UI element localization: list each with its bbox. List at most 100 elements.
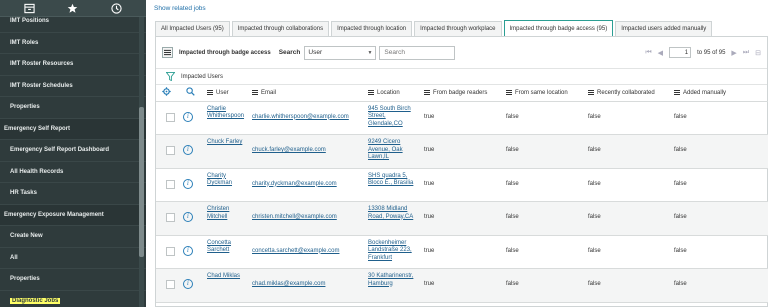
column-header[interactable]: Added manually: [671, 85, 768, 102]
column-menu-icon[interactable]: [424, 89, 430, 95]
email-link[interactable]: charlie.whitherspoon@example.com: [252, 114, 349, 120]
next-page-icon[interactable]: ▶: [731, 49, 736, 57]
filter-label[interactable]: Impacted Users: [181, 74, 223, 80]
row-checkbox[interactable]: [166, 280, 175, 289]
user-link[interactable]: Christen Mitchell: [207, 206, 229, 220]
tab-history[interactable]: [109, 1, 123, 15]
prev-page-icon[interactable]: ◀: [658, 49, 663, 57]
table-row: i Chuck Farley chuck.farley@example.com 924…: [156, 134, 768, 169]
sidebar-item[interactable]: All: [0, 248, 146, 269]
email-link[interactable]: christen.mitchell@example.com: [252, 214, 337, 220]
sidebar-scrollbar[interactable]: [139, 17, 144, 307]
tab-all-apps[interactable]: [23, 1, 37, 15]
email-cell: charity.dyckman@example.com: [249, 168, 365, 202]
email-cell: concetta.sarchett@example.com: [249, 235, 365, 269]
info-icon[interactable]: i: [183, 212, 193, 222]
tab-related-list[interactable]: Impacted through collaborations: [231, 21, 330, 36]
column-header-label: Added manually: [683, 89, 727, 96]
column-header[interactable]: From badge readers: [421, 85, 503, 102]
sidebar-section[interactable]: Emergency Exposure Management: [0, 204, 146, 226]
sidebar-section[interactable]: Emergency Self Report: [0, 118, 146, 140]
tab-related-list[interactable]: All Impacted Users (95): [155, 21, 230, 36]
location-link[interactable]: 13308 Midland Road, Poway,CA: [368, 206, 413, 220]
sidebar-item-label: IMT Positions: [10, 18, 49, 25]
location-link[interactable]: 9249 Cicero Avenue, Oak Lawn,IL: [368, 139, 403, 160]
row-checkbox[interactable]: [166, 213, 175, 222]
user-link[interactable]: Charity Dyckman: [207, 173, 232, 187]
same-location-cell: false: [503, 268, 585, 303]
sidebar-item[interactable]: All Health Records: [0, 162, 146, 183]
last-page-icon[interactable]: ⏭: [743, 49, 749, 57]
column-menu-icon[interactable]: [368, 89, 374, 95]
sidebar-item[interactable]: HR Tasks: [0, 183, 146, 205]
sidebar-item[interactable]: Properties: [0, 269, 146, 291]
sidebar-item-label: Properties: [10, 104, 40, 111]
email-link[interactable]: charity.dyckman@example.com: [252, 181, 337, 187]
tab-favorites[interactable]: [66, 1, 80, 15]
location-link[interactable]: Bockenheimer Landstraße 223, Frankfurt: [368, 240, 412, 261]
tab-related-list[interactable]: Impacted through workplace: [414, 21, 502, 36]
location-link[interactable]: 945 South Birch Street, Glendale,CO: [368, 106, 411, 127]
info-icon[interactable]: i: [183, 279, 193, 289]
column-header[interactable]: User: [204, 85, 249, 102]
column-header[interactable]: Email: [249, 85, 365, 102]
sidebar-scroll-thumb[interactable]: [139, 107, 144, 257]
checkbox-cell: [156, 101, 180, 135]
row-checkbox[interactable]: [166, 146, 175, 155]
collaborated-cell: false: [585, 201, 671, 236]
column-menu-icon[interactable]: [674, 89, 680, 95]
info-icon[interactable]: i: [183, 178, 193, 189]
list-menu-button[interactable]: [162, 47, 173, 58]
user-link[interactable]: Chad Miklas: [207, 273, 240, 279]
sidebar-item[interactable]: Properties: [0, 97, 146, 119]
email-link[interactable]: chuck.farley@example.com: [252, 147, 326, 153]
settings-header[interactable]: [156, 85, 180, 102]
column-menu-icon[interactable]: [588, 89, 594, 95]
tab-related-list[interactable]: Impacted through badge access (95): [503, 20, 614, 36]
email-link[interactable]: concetta.sarchett@example.com: [252, 248, 339, 254]
sidebar-item[interactable]: IMT Roles: [0, 33, 146, 54]
user-cell: Charity Dyckman: [204, 168, 249, 202]
location-link[interactable]: SHS quadra 5, Bloco E., Brasilia: [368, 173, 413, 187]
row-checkbox[interactable]: [166, 112, 175, 122]
column-header[interactable]: Recently collaborated: [585, 85, 671, 102]
collapse-icon[interactable]: ⊟: [755, 49, 761, 57]
info-icon[interactable]: i: [183, 111, 193, 122]
user-link[interactable]: Chuck Farley: [207, 139, 242, 145]
filter-icon[interactable]: [166, 72, 175, 81]
sidebar-item[interactable]: IMT Roster Schedules: [0, 76, 146, 97]
hamburger-icon: [164, 49, 171, 56]
sidebar-item[interactable]: Create New: [0, 226, 146, 248]
checkbox-cell: [156, 168, 180, 202]
location-cell: 30 Katharinenstr, Hamburg: [365, 268, 421, 303]
column-menu-icon[interactable]: [506, 89, 512, 95]
info-icon[interactable]: i: [183, 245, 193, 256]
email-link[interactable]: chad.miklas@example.com: [252, 281, 325, 287]
column-header[interactable]: Location: [365, 85, 421, 102]
sidebar-item[interactable]: IMT Roster Resources: [0, 54, 146, 76]
search-input[interactable]: Search: [379, 45, 456, 60]
row-checkbox[interactable]: [166, 179, 175, 189]
impacted-users-table: User Email Location From badge readers From …: [156, 85, 768, 303]
tab-related-list[interactable]: Impacted users added manually: [615, 21, 713, 36]
column-header[interactable]: From same location: [503, 85, 585, 102]
show-related-link[interactable]: Show related jobs: [154, 5, 206, 12]
first-page-icon[interactable]: ⏮: [645, 49, 651, 57]
user-link[interactable]: Concetta Sarchett: [207, 240, 231, 254]
row-checkbox[interactable]: [166, 246, 175, 256]
column-menu-icon[interactable]: [207, 89, 213, 95]
user-link[interactable]: Charlie Whitherspoon: [207, 106, 244, 120]
info-icon[interactable]: i: [183, 145, 193, 155]
sidebar-item[interactable]: Emergency Self Report Dashboard: [0, 140, 146, 162]
added-manually-cell: false: [671, 168, 768, 202]
search-column-header[interactable]: [180, 85, 204, 102]
tab-related-list[interactable]: Impacted through location: [331, 21, 413, 36]
column-menu-icon[interactable]: [252, 89, 258, 95]
search-field-select[interactable]: User ▼: [304, 45, 377, 60]
page-number-input[interactable]: 1: [669, 47, 692, 58]
table-row: i Christen Mitchell christen.mitchell@exam…: [156, 201, 768, 236]
sidebar-item[interactable]: Diagnostic Jobs: [0, 291, 146, 307]
location-link[interactable]: 30 Katharinenstr, Hamburg: [368, 273, 413, 287]
same-location-cell: false: [503, 101, 585, 135]
preview-cell: i: [180, 268, 204, 303]
